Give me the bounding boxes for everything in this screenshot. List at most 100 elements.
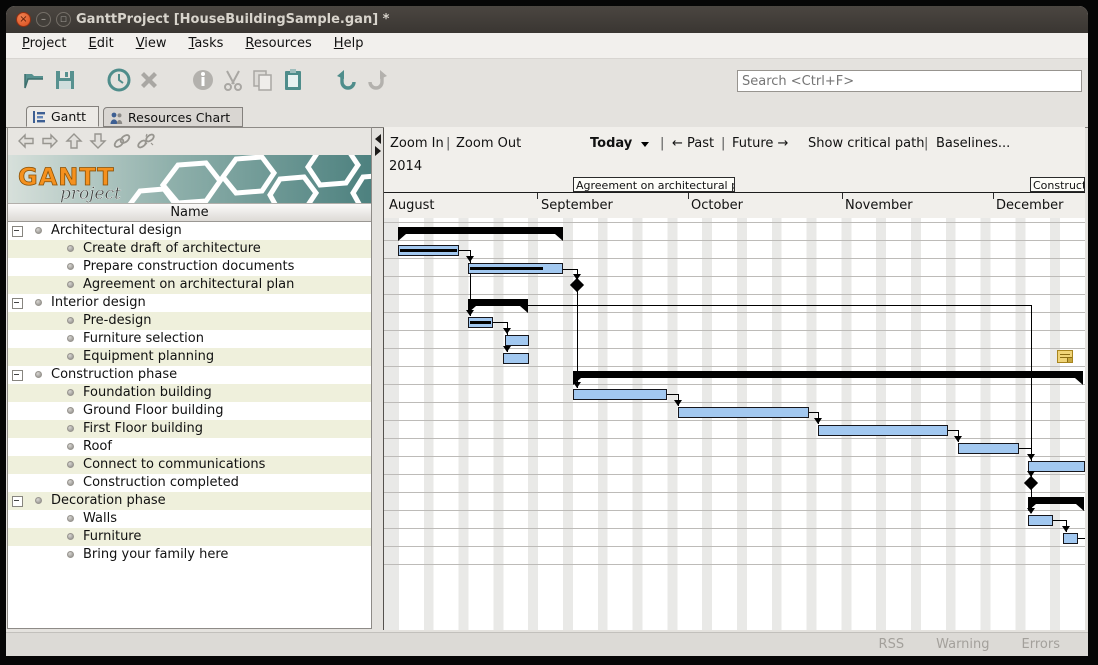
task-rows: Architectural designCreate draft of arch… — [8, 222, 371, 564]
delete-icon[interactable] — [136, 67, 162, 93]
main-toolbar — [6, 59, 1088, 104]
task-label: Prepare construction documents — [83, 259, 294, 274]
window-title: GanttProject [HouseBuildingSample.gan] * — [76, 12, 389, 27]
tab-row: Gantt Resources Chart — [6, 104, 1088, 128]
move-task-up-icon[interactable] — [64, 132, 84, 150]
task-row[interactable]: Bring your family here — [8, 546, 371, 564]
status-rss[interactable]: RSS — [879, 637, 905, 652]
search-input[interactable] — [737, 70, 1082, 92]
save-project-icon[interactable] — [52, 67, 78, 93]
open-project-icon[interactable] — [22, 67, 48, 93]
task-row[interactable]: Ground Floor building — [8, 402, 371, 420]
task-row[interactable]: Roof — [8, 438, 371, 456]
splitter-collapse-right-icon[interactable] — [375, 146, 381, 156]
milestone-floating-label: Agreement on architectural plan — [573, 177, 735, 192]
close-window-icon[interactable]: × — [16, 12, 31, 27]
task-bullet-icon — [67, 551, 74, 558]
task-label: Equipment planning — [83, 349, 214, 364]
gantt-chart-area[interactable] — [384, 218, 1085, 630]
cut-icon[interactable] — [220, 67, 246, 93]
task-row[interactable]: Architectural design — [8, 222, 371, 240]
task-row[interactable]: Create draft of architecture — [8, 240, 371, 258]
collapse-toggle-icon[interactable] — [12, 496, 23, 507]
task-note-icon[interactable] — [1057, 350, 1073, 363]
undo-icon[interactable] — [334, 67, 360, 93]
task-row[interactable]: Furniture — [8, 528, 371, 546]
back-arrow-icon[interactable] — [16, 132, 36, 150]
collapse-toggle-icon[interactable] — [12, 226, 23, 237]
splitter-collapse-left-icon[interactable] — [375, 134, 381, 144]
menu-tasks[interactable]: Tasks — [178, 33, 235, 55]
task-row[interactable]: Interior design — [8, 294, 371, 312]
task-bullet-icon — [67, 389, 74, 396]
task-label: Bring your family here — [83, 547, 228, 562]
status-errors[interactable]: Errors — [1022, 637, 1060, 652]
task-row[interactable]: Pre-design — [8, 312, 371, 330]
task-bullet-icon — [67, 263, 74, 270]
task-bullet-icon — [35, 227, 42, 234]
copy-icon[interactable] — [250, 67, 276, 93]
status-bar: RSS Warning Errors — [6, 632, 1088, 656]
baselines-button[interactable]: Baselines... — [936, 136, 1010, 151]
timeline-divider — [384, 192, 1085, 193]
task-row[interactable]: Furniture selection — [8, 330, 371, 348]
redo-icon[interactable] — [364, 67, 390, 93]
link-tasks-icon[interactable] — [112, 132, 132, 150]
task-label: First Floor building — [83, 421, 203, 436]
maximize-window-icon[interactable]: □ — [56, 12, 71, 27]
task-row[interactable]: Foundation building — [8, 384, 371, 402]
past-button[interactable]: ← Past — [672, 136, 714, 151]
task-bullet-icon — [67, 245, 74, 252]
forward-arrow-icon[interactable] — [40, 132, 60, 150]
tab-gantt[interactable]: Gantt — [26, 106, 99, 127]
collapse-toggle-icon[interactable] — [12, 370, 23, 381]
task-bullet-icon — [67, 479, 74, 486]
task-label: Construction completed — [83, 475, 239, 490]
tab-resources-chart[interactable]: Resources Chart — [103, 107, 243, 127]
minimize-window-icon[interactable]: – — [36, 12, 51, 27]
zoom-out-button[interactable]: Zoom Out — [456, 136, 521, 151]
task-label: Decoration phase — [51, 493, 166, 508]
task-row[interactable]: Equipment planning — [8, 348, 371, 366]
task-bullet-icon — [67, 425, 74, 432]
paste-icon[interactable] — [280, 67, 306, 93]
future-button[interactable]: Future → — [732, 136, 788, 151]
task-label: Pre-design — [83, 313, 152, 328]
menu-edit[interactable]: Edit — [78, 33, 125, 55]
title-bar[interactable]: × – □ GanttProject [HouseBuildingSample.… — [6, 6, 1088, 33]
task-row[interactable]: Decoration phase — [8, 492, 371, 510]
name-column-header[interactable]: Name — [8, 203, 371, 222]
menu-view[interactable]: View — [125, 33, 178, 55]
menu-resources[interactable]: Resources — [234, 33, 322, 55]
task-row[interactable]: First Floor building — [8, 420, 371, 438]
task-bullet-icon — [67, 335, 74, 342]
task-label: Roof — [83, 439, 112, 454]
task-label: Interior design — [51, 295, 146, 310]
task-label: Furniture — [83, 529, 141, 544]
clock-icon[interactable] — [106, 67, 132, 93]
move-task-down-icon[interactable] — [88, 132, 108, 150]
task-row[interactable]: Construction completed — [8, 474, 371, 492]
separator: | — [660, 136, 664, 151]
task-row[interactable]: Connect to communications — [8, 456, 371, 474]
milestone-floating-label: Construction completed — [1030, 177, 1085, 192]
task-row[interactable]: Walls — [8, 510, 371, 528]
task-row[interactable]: Construction phase — [8, 366, 371, 384]
task-row[interactable]: Agreement on architectural plan — [8, 276, 371, 294]
menu-project[interactable]: Project — [11, 33, 78, 55]
menu-bar: ProjectEditViewTasksResourcesHelp — [6, 33, 1088, 59]
task-label: Connect to communications — [83, 457, 265, 472]
zoom-in-button[interactable]: Zoom In — [390, 136, 444, 151]
collapse-toggle-icon[interactable] — [12, 298, 23, 309]
task-bullet-icon — [35, 497, 42, 504]
task-row[interactable]: Prepare construction documents — [8, 258, 371, 276]
resources-tab-icon — [110, 112, 123, 124]
today-button[interactable]: Today — [590, 136, 632, 151]
status-warning[interactable]: Warning — [936, 637, 989, 652]
today-dropdown-caret-icon[interactable] — [641, 142, 649, 147]
show-critical-path-button[interactable]: Show critical path — [808, 136, 924, 151]
menu-help[interactable]: Help — [323, 33, 375, 55]
properties-info-icon[interactable] — [190, 67, 216, 93]
task-bullet-icon — [67, 407, 74, 414]
unlink-tasks-icon[interactable] — [136, 132, 156, 150]
